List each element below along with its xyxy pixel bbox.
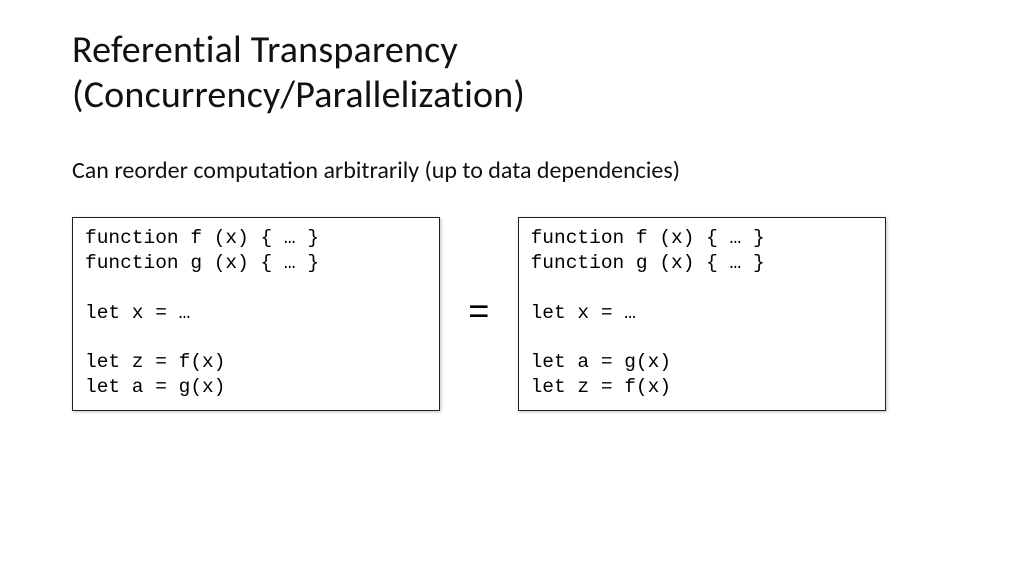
slide-title: Referential Transparency (Concurrency/Pa… [72,28,952,118]
code-block-right: function f (x) { … } function g (x) { … … [518,217,886,412]
slide-subtitle: Can reorder computation arbitrarily (up … [72,156,952,185]
equals-sign: = [462,293,496,334]
title-line-2: (Concurrency/Parallelization) [72,72,525,118]
title-line-1: Referential Transparency [72,27,458,73]
code-comparison-row: function f (x) { … } function g (x) { … … [72,217,952,412]
slide: Referential Transparency (Concurrency/Pa… [0,0,1024,576]
code-block-left: function f (x) { … } function g (x) { … … [72,217,440,412]
